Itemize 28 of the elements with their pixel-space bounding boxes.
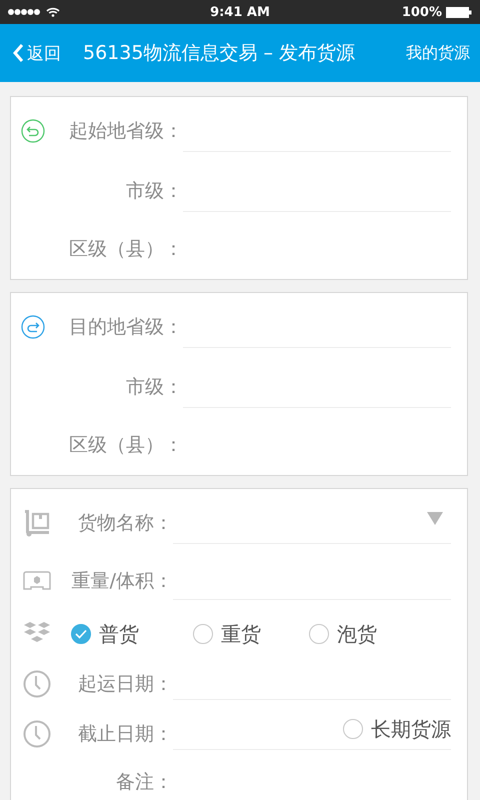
wifi-icon xyxy=(46,7,60,17)
radio-option[interactable]: 重货 xyxy=(193,620,309,648)
page-title: 56135物流信息交易 – 发布货源 xyxy=(83,41,356,66)
field-label: 市级： xyxy=(125,179,183,204)
clock-icon xyxy=(23,720,51,748)
scale-icon xyxy=(23,571,51,591)
battery-icon xyxy=(446,6,472,18)
radio-option[interactable]: 普货 xyxy=(71,620,193,648)
status-time: 9:41 AM xyxy=(210,4,270,20)
dropdown-arrow-icon xyxy=(427,512,443,524)
clock-icon xyxy=(23,670,51,698)
chevron-left-icon xyxy=(12,43,24,63)
field-label: 区级（县）： xyxy=(68,237,183,262)
hand-truck-icon xyxy=(23,509,51,537)
field-label: 区级（县）： xyxy=(68,433,183,458)
field-label: 重量/体积： xyxy=(70,569,173,594)
field-label: 备注： xyxy=(115,770,173,795)
battery-percent: 100% xyxy=(402,4,442,20)
signal-icon xyxy=(8,8,42,16)
field-label: 截止日期： xyxy=(77,722,173,747)
radio-option[interactable]: 长期货源 xyxy=(343,716,451,742)
field-label: 目的地省级： xyxy=(68,315,183,340)
input-field[interactable]: 长期货源 xyxy=(173,709,451,750)
field-label: 起始地省级： xyxy=(68,119,183,144)
radio-option[interactable]: 泡货 xyxy=(309,620,425,648)
field-label: 货物名称： xyxy=(77,511,173,536)
field-label: 市级： xyxy=(125,375,183,400)
field-label: 起运日期： xyxy=(77,672,173,697)
